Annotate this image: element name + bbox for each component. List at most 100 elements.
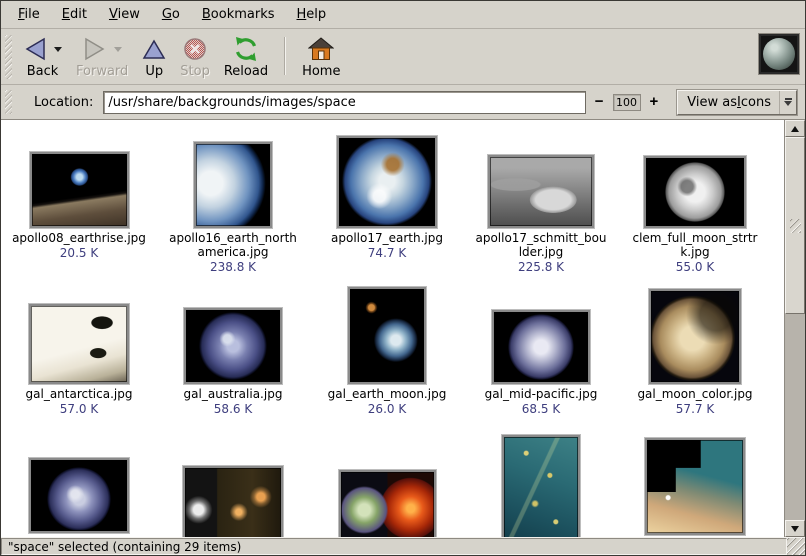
menu-file[interactable]: File [7,3,51,26]
forward-button[interactable]: Forward [69,32,135,81]
view-as-prefix: View as [687,95,737,110]
file-name: gal_earth_moon.jpg [320,387,454,401]
file-name: gal_mid-pacific.jpg [474,387,608,401]
view-as-combo[interactable]: View as Icons [677,90,797,115]
file-size: 74.7 K [310,247,464,260]
toolbar: Back Forward Up Stop [1,29,805,85]
file-size: 55.0 K [618,261,772,274]
file-size: 238.8 K [156,261,310,274]
scroll-up-button[interactable] [785,120,805,137]
file-item-row3-4[interactable] [464,433,618,537]
scrollbar-grip-icon [790,219,801,233]
back-button[interactable]: Back [16,32,69,81]
back-dropdown-arrow-icon[interactable] [54,47,62,52]
file-item-row3-3[interactable] [310,433,464,537]
zoom-out-button[interactable]: − [592,93,607,111]
forward-label: Forward [76,64,128,79]
file-name: apollo08_earthrise.jpg [12,231,146,245]
scrollbar-thumb[interactable] [785,137,805,314]
globe-sphere-icon [763,38,795,70]
menu-bookmarks[interactable]: Bookmarks [191,3,286,26]
file-thumbnail[interactable] [492,310,590,384]
file-name: clem_full_moon_strtrk.jpg [628,231,762,259]
file-name: gal_moon_color.jpg [628,387,762,401]
toolbar-separator [284,37,286,75]
resize-grip[interactable] [787,538,805,555]
home-label: Home [302,64,340,79]
up-label: Up [145,64,163,79]
file-name: gal_australia.jpg [166,387,300,401]
zoom-in-button[interactable]: + [647,93,662,111]
file-thumbnail[interactable] [30,152,129,228]
file-name: gal_antarctica.jpg [12,387,146,401]
file-thumbnail[interactable] [348,287,426,384]
file-thumbnail[interactable] [183,466,283,537]
file-size: 68.5 K [464,403,618,416]
scroll-down-button[interactable] [785,520,805,537]
throbber [759,34,799,74]
file-item-gal-antarctica[interactable]: gal_antarctica.jpg 57.0 K [2,286,156,416]
forward-arrow-icon [83,37,107,61]
menu-bar: File Edit View Go Bookmarks Help [1,1,805,29]
home-button[interactable]: Home [295,32,347,81]
file-size: 57.7 K [618,403,772,416]
file-thumbnail[interactable] [29,304,129,384]
up-arrow-icon [142,37,166,61]
location-bar-drag-handle[interactable] [5,90,12,114]
file-item-gal-australia[interactable]: gal_australia.jpg 58.6 K [156,286,310,416]
file-thumbnail[interactable] [194,142,272,228]
file-thumbnail[interactable] [29,458,129,533]
vertical-scrollbar[interactable] [784,120,805,537]
back-arrow-icon [23,37,47,61]
file-item-apollo08-earthrise[interactable]: apollo08_earthrise.jpg 20.5 K [2,138,156,260]
stop-label: Stop [180,64,210,79]
file-size: 225.8 K [464,261,618,274]
menu-go[interactable]: Go [151,3,191,26]
file-item-apollo17-earth[interactable]: apollo17_earth.jpg 74.7 K [310,138,464,260]
reload-label: Reload [224,64,268,79]
reload-icon [233,36,259,62]
file-item-row3-1[interactable] [2,433,156,537]
file-item-apollo17-schmitt-boulder[interactable]: apollo17_schmitt_boulder.jpg 225.8 K [464,138,618,274]
file-item-gal-mid-pacific[interactable]: gal_mid-pacific.jpg 68.5 K [464,286,618,416]
file-item-row3-2[interactable] [156,433,310,537]
file-name: apollo17_earth.jpg [320,231,454,245]
file-size: 20.5 K [2,247,156,260]
file-thumbnail[interactable] [645,438,745,535]
menu-edit[interactable]: Edit [51,3,98,26]
file-thumbnail[interactable] [649,289,741,384]
stop-icon [183,37,207,61]
file-item-clem-full-moon[interactable]: clem_full_moon_strtrk.jpg 55.0 K [618,138,772,274]
status-text: "space" selected (containing 29 items) [8,540,241,554]
reload-button[interactable]: Reload [217,32,275,81]
file-thumbnail[interactable] [644,156,746,228]
down-arrow-icon [791,526,799,532]
file-size: 57.0 K [2,403,156,416]
back-label: Back [27,64,59,79]
zoom-level: 100 [613,94,641,111]
file-item-gal-moon-color[interactable]: gal_moon_color.jpg 57.7 K [618,286,772,416]
icon-view[interactable]: apollo08_earthrise.jpg 20.5 K apollo16_e… [1,120,805,537]
file-thumbnail[interactable] [502,435,580,537]
file-name: apollo16_earth_northamerica.jpg [166,231,300,259]
menu-help[interactable]: Help [286,3,338,26]
location-input[interactable] [103,91,585,114]
file-thumbnail[interactable] [339,470,436,537]
file-item-row3-5[interactable] [618,433,772,537]
view-as-mode: Icons [737,95,771,110]
scrollbar-track[interactable] [785,137,805,520]
file-item-gal-earth-moon[interactable]: gal_earth_moon.jpg 26.0 K [310,286,464,416]
file-thumbnail[interactable] [184,308,282,384]
file-thumbnail[interactable] [337,136,437,228]
location-bar: Location: − 100 + View as Icons [1,85,805,120]
menu-view[interactable]: View [98,3,151,26]
dropdown-arrow-icon[interactable] [779,91,796,114]
file-thumbnail[interactable] [488,155,594,228]
toolbar-drag-handle[interactable] [5,35,12,79]
file-item-apollo16-earth-northamerica[interactable]: apollo16_earth_northamerica.jpg 238.8 K [156,138,310,274]
forward-dropdown-arrow-icon[interactable] [114,47,122,52]
home-icon [308,37,334,61]
up-button[interactable]: Up [135,32,173,81]
file-name: apollo17_schmitt_boulder.jpg [474,231,608,259]
stop-button[interactable]: Stop [173,32,217,81]
